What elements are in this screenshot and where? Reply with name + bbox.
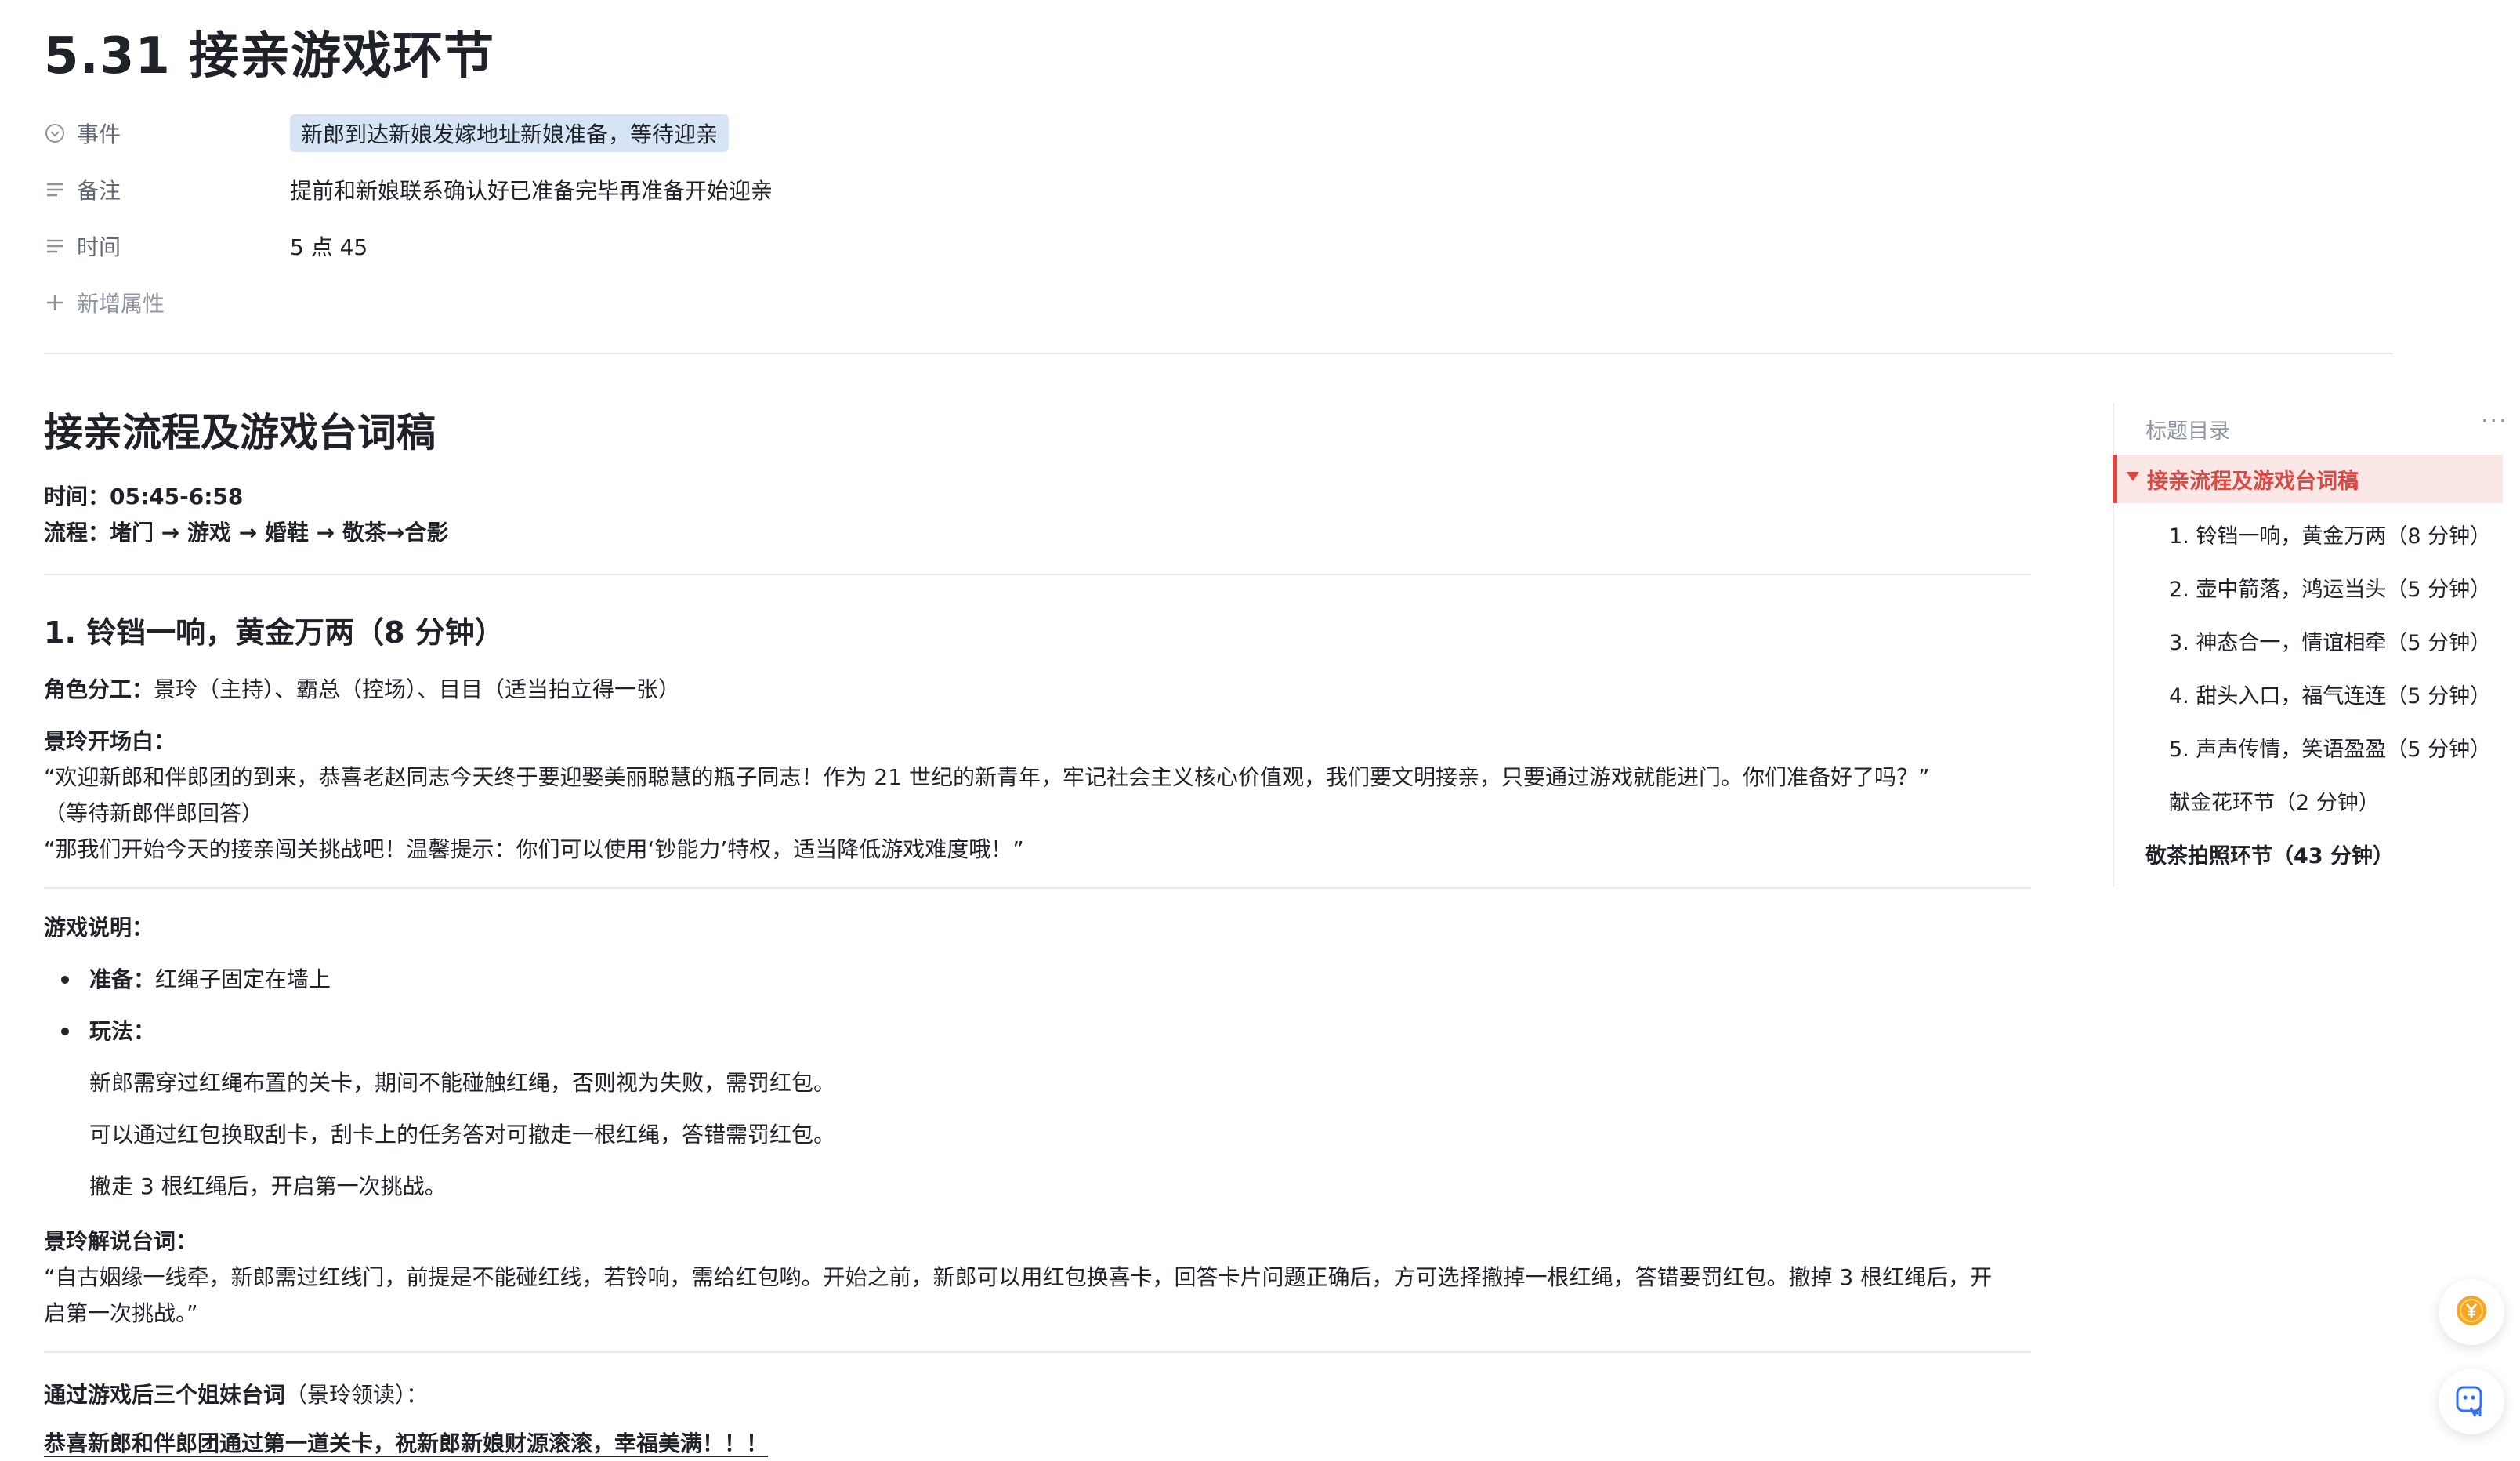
doc-heading: 接亲流程及游戏台词稿 — [44, 410, 436, 455]
section-heading: 1. 铃铛一响，黄金万两（8 分钟） — [44, 615, 505, 650]
divider — [44, 353, 2393, 354]
add-property-button[interactable]: 新增属性 — [44, 281, 1141, 324]
add-property-label: 新增属性 — [77, 291, 165, 317]
caret-down-icon[interactable] — [2127, 472, 2139, 481]
property-tag[interactable]: 新郎到达新娘发嫁地址新娘准备，等待迎亲 — [290, 114, 730, 152]
divider — [44, 1351, 2031, 1353]
sisters-line-heading: 通过游戏后三个姐妹台词（景玲领读）： — [44, 1378, 428, 1412]
toc-item[interactable]: 2. 壶中箭落，鸿运当头（5 分钟） — [2169, 572, 2500, 603]
toc-title: 标题目录 — [2145, 419, 2230, 444]
page-title[interactable]: 5.31 接亲游戏环节 — [44, 16, 494, 88]
play-line-1: 新郎需穿过红绳布置的关卡，期间不能碰触红绳，否则视为失败，需罚红包。 — [89, 1070, 836, 1096]
play-label: 玩法： — [89, 1018, 156, 1044]
sisters-line: 恭喜新郎和伴郎团通过第一道关卡，祝新郎新娘财源滚滚，幸福美满！！！ — [44, 1430, 769, 1456]
toc-item-active[interactable]: 接亲流程及游戏台词稿 — [2113, 455, 2503, 503]
time-line: 时间：05:45-6:58 — [44, 484, 244, 509]
play-line-3: 撤走 3 根红绳后，开启第一次挑战。 — [89, 1173, 447, 1199]
opening-line-1: “欢迎新郎和伴郎团的到来，恭喜老赵同志今天终于要迎娶美丽聪慧的瓶子同志！作为 2… — [44, 764, 1930, 790]
commentary-label: 景玲解说台词： — [44, 1228, 198, 1254]
property-row-event[interactable]: 事件 新郎到达新娘发嫁地址新娘准备，等待迎亲 — [44, 111, 1141, 155]
ai-assistant-button[interactable] — [2439, 1369, 2504, 1434]
prep-line: 准备：红绳子固定在墙上 — [89, 963, 331, 997]
plus-icon — [44, 292, 66, 314]
opening-line-2: （等待新郎伴郎回答） — [44, 800, 264, 826]
toc-item[interactable]: 献金花环节（2 分钟） — [2169, 785, 2500, 816]
prep-label: 准备： — [89, 966, 156, 992]
ai-icon — [2453, 1382, 2489, 1421]
select-circle-icon — [44, 122, 66, 144]
commentary-line-2: 启第一次挑战。” — [44, 1300, 198, 1326]
more-icon[interactable]: ··· — [2481, 408, 2508, 435]
property-label: 时间 — [77, 234, 121, 260]
play-line-2: 可以通过红包换取刮卡，刮卡上的任务答对可撤走一根红绳，答错需罚红包。 — [89, 1122, 836, 1147]
property-row-time[interactable]: 时间 5 点 45 — [44, 224, 1141, 268]
property-row-note[interactable]: 备注 提前和新娘联系确认好已准备完毕再准备开始迎亲 — [44, 168, 1141, 212]
toc-item[interactable]: 5. 声声传情，笑语盈盈（5 分钟） — [2169, 732, 2500, 763]
roles-label: 角色分工： — [44, 676, 154, 702]
sisters-label: 通过游戏后三个姐妹台词 — [44, 1382, 286, 1408]
toc-item[interactable]: 敬茶拍照环节（43 分钟） — [2145, 839, 2476, 869]
toc-item[interactable]: 4. 甜头入口，福气连连（5 分钟） — [2169, 679, 2500, 709]
property-value[interactable]: 5 点 45 — [290, 230, 368, 262]
game-label: 游戏说明： — [44, 915, 154, 941]
roles-value: 景玲（主持）、霸总（控场）、目目（适当拍立得一张） — [154, 676, 681, 702]
property-value[interactable]: 提前和新娘联系确认好已准备完毕再准备开始迎亲 — [290, 174, 773, 205]
text-lines-icon — [44, 235, 66, 257]
sisters-note: （景玲领读）： — [285, 1382, 429, 1408]
text-lines-icon — [44, 179, 66, 201]
divider — [44, 574, 2031, 575]
roles-line: 角色分工：景玲（主持）、霸总（控场）、目目（适当拍立得一张） — [44, 672, 680, 707]
bullet-dot — [61, 1028, 69, 1035]
property-label: 备注 — [77, 178, 121, 204]
commentary-line-1: “自古姻缘一线牵，新郎需过红线门，前提是不能碰红线，若铃响，需给红包哟。开始之前… — [44, 1264, 1993, 1290]
divider — [44, 887, 2031, 889]
prep-value: 红绳子固定在墙上 — [155, 966, 331, 992]
flow-line: 流程：堵门 → 游戏 → 婚鞋 → 敬茶→合影 — [44, 520, 449, 546]
toc-item[interactable]: 1. 铃铛一响，黄金万两（8 分钟） — [2169, 519, 2500, 549]
toc-item-label: 接亲流程及游戏台词稿 — [2147, 469, 2359, 494]
coin-icon — [2454, 1293, 2489, 1331]
toc-panel: 标题目录 ··· 接亲流程及游戏台词稿 1. 铃铛一响，黄金万两（8 分钟） 2… — [2113, 403, 2507, 887]
toc-item[interactable]: 3. 神态合一，情谊相牵（5 分钟） — [2169, 625, 2500, 656]
coin-button[interactable] — [2439, 1279, 2504, 1345]
property-label: 事件 — [77, 121, 121, 147]
bullet-dot — [61, 976, 69, 984]
opening-label: 景玲开场白： — [44, 728, 176, 754]
opening-line-3: “那我们开始今天的接亲闯关挑战吧！温馨提示：你们可以使用‘钞能力’特权，适当降低… — [44, 836, 1024, 862]
